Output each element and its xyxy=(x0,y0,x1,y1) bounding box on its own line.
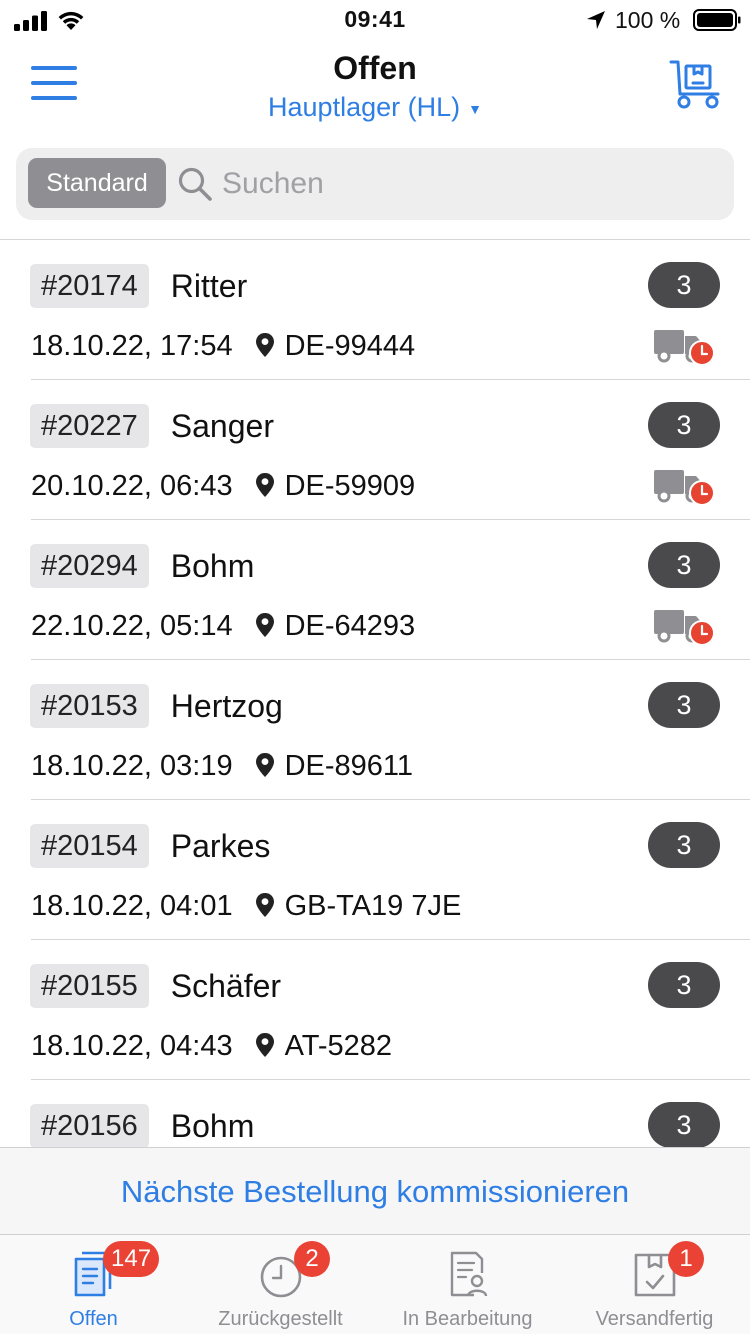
order-row[interactable]: #20156 Bohm 3 xyxy=(0,1080,750,1147)
postal-code: AT-5282 xyxy=(284,1030,393,1062)
order-date: 20.10.22, 06:43 xyxy=(31,470,233,502)
postal-code: DE-89611 xyxy=(284,750,414,782)
customer-name: Ritter xyxy=(170,268,248,304)
order-header: #20156 Bohm xyxy=(30,1104,254,1147)
order-meta: 18.10.22, 04:43 AT-5282 xyxy=(31,1028,392,1064)
order-date: 22.10.22, 05:14 xyxy=(31,610,233,642)
location-pin-icon xyxy=(255,613,274,637)
customer-name: Parkes xyxy=(170,828,271,864)
battery-percentage: 100 % xyxy=(615,7,681,33)
user-document-icon xyxy=(450,1251,488,1297)
tab-label-in-bearbeitung: In Bearbeitung xyxy=(402,1308,533,1330)
tab-offen[interactable]: 147 Offen xyxy=(0,1235,187,1334)
order-number: #20174 xyxy=(30,264,149,308)
tab-bar: 147 Offen 2 Zurückgestellt In Bearbeitun… xyxy=(0,1235,750,1334)
location-pin-icon xyxy=(255,333,274,357)
order-header: #20227 Sanger xyxy=(30,404,274,448)
location-pin-icon xyxy=(255,893,274,917)
order-header: #20294 Bohm xyxy=(30,544,254,588)
bottom-action-bar: Nächste Bestellung kommissionieren xyxy=(0,1147,750,1235)
search-scope-chip[interactable]: Standard xyxy=(28,158,166,208)
postal-code: DE-64293 xyxy=(284,610,416,642)
order-meta: 18.10.22, 17:54 DE-99444 xyxy=(31,328,415,364)
caret-down-icon: ▼ xyxy=(468,100,482,117)
location-pin-icon xyxy=(255,1033,274,1057)
tab-in-bearbeitung[interactable]: In Bearbeitung xyxy=(374,1235,561,1334)
order-date: 18.10.22, 17:54 xyxy=(31,330,233,362)
order-row[interactable]: #20155 Schäfer 18.10.22, 04:43 AT-5282 3 xyxy=(0,940,750,1080)
warehouse-selector[interactable]: Hauptlager (HL) ▼ xyxy=(0,92,750,123)
order-row[interactable]: #20153 Hertzog 18.10.22, 03:19 DE-89611 3 xyxy=(0,660,750,800)
order-row[interactable]: #20227 Sanger 20.10.22, 06:43 DE-59909 3 xyxy=(0,380,750,520)
search-icon xyxy=(178,167,212,201)
order-date: 18.10.22, 03:19 xyxy=(31,750,233,782)
item-count-badge: 3 xyxy=(648,962,720,1008)
page-title: Offen xyxy=(333,50,417,86)
postal-code: GB-TA19 7JE xyxy=(284,890,462,922)
item-count-badge: 3 xyxy=(648,682,720,728)
tab-versandfertig[interactable]: 1 Versandfertig xyxy=(561,1235,748,1334)
order-meta: 18.10.22, 04:01 GB-TA19 7JE xyxy=(31,888,461,924)
order-header: #20154 Parkes xyxy=(30,824,270,868)
customer-name: Schäfer xyxy=(170,968,282,1004)
order-list[interactable]: #20174 Ritter 18.10.22, 17:54 DE-99444 3 #202… xyxy=(0,240,750,1147)
delayed-shipping-icon xyxy=(654,470,715,506)
order-meta: 22.10.22, 05:14 DE-64293 xyxy=(31,608,415,644)
order-number: #20155 xyxy=(30,964,149,1008)
customer-name: Bohm xyxy=(170,1108,255,1144)
location-pin-icon xyxy=(255,473,274,497)
order-meta: 18.10.22, 03:19 DE-89611 xyxy=(31,748,413,784)
picking-cart-icon[interactable] xyxy=(668,58,724,110)
location-pin-icon xyxy=(255,753,274,777)
status-bar: 09:41 100 % xyxy=(0,0,750,40)
order-row[interactable]: #20174 Ritter 18.10.22, 17:54 DE-99444 3 xyxy=(0,240,750,380)
order-date: 18.10.22, 04:01 xyxy=(31,890,233,922)
order-number: #20156 xyxy=(30,1104,149,1147)
delayed-shipping-icon xyxy=(654,610,715,646)
item-count-badge: 3 xyxy=(648,262,720,308)
postal-code: DE-99444 xyxy=(284,330,416,362)
location-arrow-icon xyxy=(587,11,605,29)
customer-name: Sanger xyxy=(170,408,274,444)
order-number: #20294 xyxy=(30,544,149,588)
order-date: 18.10.22, 04:43 xyxy=(31,1030,233,1062)
item-count-badge: 3 xyxy=(648,402,720,448)
tab-badge-zurueckgestellt: 2 xyxy=(294,1241,330,1277)
tab-badge-offen: 147 xyxy=(103,1241,160,1277)
delayed-shipping-icon xyxy=(654,330,715,366)
order-row[interactable]: #20294 Bohm 22.10.22, 05:14 DE-64293 3 xyxy=(0,520,750,660)
tab-zurueckgestellt[interactable]: 2 Zurückgestellt xyxy=(187,1235,374,1334)
tab-badge-versandfertig: 1 xyxy=(668,1241,704,1277)
search-input[interactable] xyxy=(222,160,702,208)
order-header: #20174 Ritter xyxy=(30,264,247,308)
item-count-badge: 3 xyxy=(648,542,720,588)
order-header: #20153 Hertzog xyxy=(30,684,283,728)
item-count-badge: 3 xyxy=(648,822,720,868)
warehouse-label: Hauptlager (HL) xyxy=(268,92,461,122)
tab-label-offen: Offen xyxy=(69,1308,118,1330)
postal-code: DE-59909 xyxy=(284,470,416,502)
order-header: #20155 Schäfer xyxy=(30,964,281,1008)
nav-header: Offen Hauptlager (HL) ▼ xyxy=(0,40,750,136)
customer-name: Bohm xyxy=(170,548,255,584)
pick-next-order-button[interactable]: Nächste Bestellung kommissionieren xyxy=(0,1148,750,1236)
order-row[interactable]: #20154 Parkes 18.10.22, 04:01 GB-TA19 7JE 3 xyxy=(0,800,750,940)
order-number: #20154 xyxy=(30,824,149,868)
order-number: #20227 xyxy=(30,404,149,448)
tab-label-zurueckgestellt: Zurückgestellt xyxy=(218,1308,343,1330)
search-bar: Standard xyxy=(16,148,734,220)
battery-icon xyxy=(693,9,741,31)
customer-name: Hertzog xyxy=(170,688,283,724)
item-count-badge: 3 xyxy=(648,1102,720,1147)
tab-label-versandfertig: Versandfertig xyxy=(595,1308,714,1330)
order-meta: 20.10.22, 06:43 DE-59909 xyxy=(31,468,415,504)
order-number: #20153 xyxy=(30,684,149,728)
